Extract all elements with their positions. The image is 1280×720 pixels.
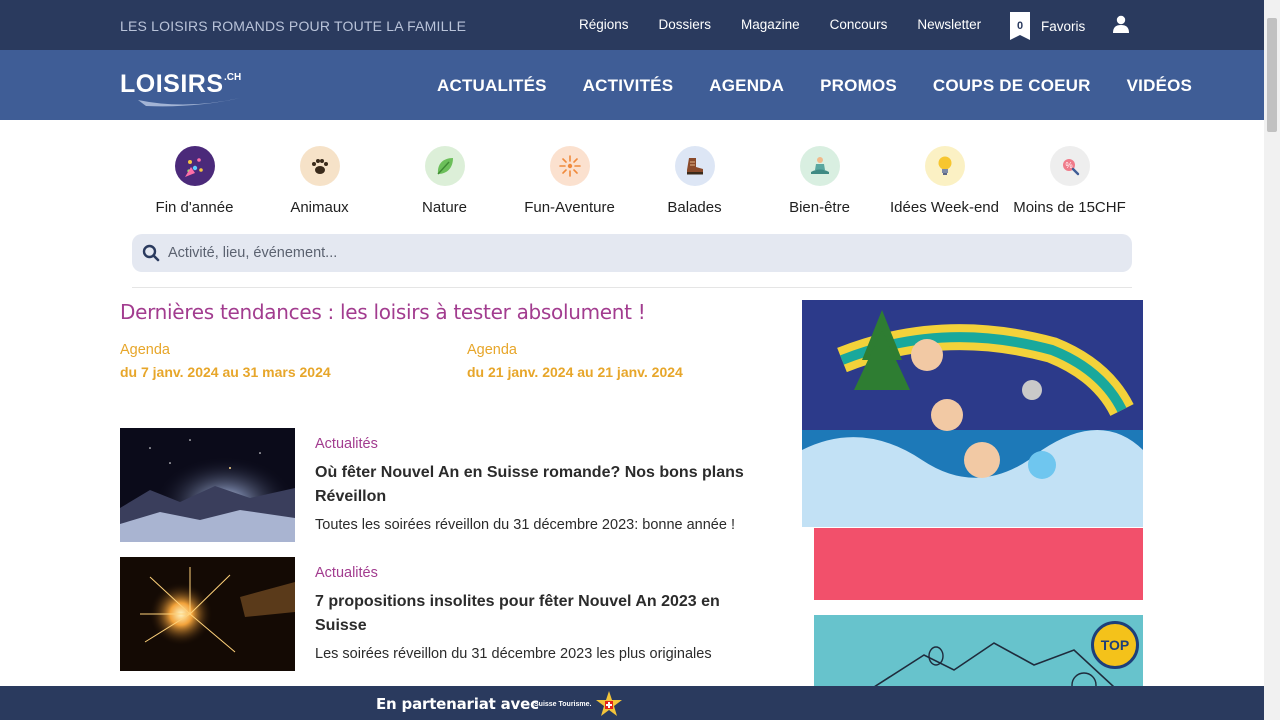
page-scrollbar[interactable]: [1264, 0, 1280, 720]
search-icon[interactable]: [142, 244, 160, 262]
category-nature[interactable]: Nature: [382, 146, 507, 216]
category-label: Nature: [421, 199, 468, 216]
link-regions[interactable]: Régions: [579, 17, 629, 32]
article-title[interactable]: 7 propositions insolites pour fêter Nouv…: [315, 590, 765, 638]
meditation-icon: [799, 146, 840, 186]
search-input[interactable]: [168, 245, 1068, 261]
article-description: Toutes les soirées réveillon du 31 décem…: [315, 517, 735, 533]
link-newsletter[interactable]: Newsletter: [917, 17, 981, 32]
agenda-item[interactable]: Agenda du 21 janv. 2024 au 21 janv. 2024: [467, 342, 683, 380]
logo-text: LOISIRS: [120, 70, 224, 98]
category-fin-annee[interactable]: Fin d'année: [132, 146, 257, 216]
category-label: Bien-être: [789, 199, 850, 216]
category-idees-week-end[interactable]: Idées Week-end: [882, 146, 1007, 216]
partner-logo[interactable]: Suisse Tourisme.: [534, 690, 623, 718]
article-title[interactable]: Où fêter Nouvel An en Suisse romande? No…: [315, 461, 765, 509]
agenda-category: Agenda: [120, 342, 170, 358]
link-dossiers[interactable]: Dossiers: [659, 17, 712, 32]
partner-bar: En partenariat avec Suisse Tourisme.: [0, 686, 1264, 720]
section-divider: [132, 287, 1132, 288]
agenda-dates: du 7 janv. 2024 au 31 mars 2024: [120, 364, 331, 380]
category-label: Animaux: [290, 199, 349, 216]
favorites-label: Favoris: [1041, 18, 1086, 34]
firework-icon: [549, 146, 590, 186]
advertisement-banner[interactable]: [802, 300, 1143, 527]
nav-coups-de-coeur[interactable]: COUPS DE COEUR: [933, 76, 1091, 96]
nav-activites[interactable]: ACTIVITÉS: [583, 76, 674, 96]
top-utility-bar: LES LOISIRS ROMANDS POUR TOUTE LA FAMILL…: [0, 0, 1264, 50]
logo-suffix: .CH: [224, 72, 242, 83]
category-label: Fin d'année: [155, 199, 234, 216]
scrollbar-thumb[interactable]: [1267, 18, 1277, 132]
party-icon: [174, 146, 215, 186]
article-thumbnail[interactable]: [120, 557, 295, 671]
agenda-dates: du 21 janv. 2024 au 21 janv. 2024: [467, 364, 683, 380]
category-bien-etre[interactable]: Bien-être: [757, 146, 882, 216]
favorites-button[interactable]: 0 Favoris: [1010, 12, 1085, 40]
category-label: Fun-Aventure: [524, 199, 615, 216]
category-label: Balades: [667, 199, 722, 216]
article-body: Actualités Où fêter Nouvel An en Suisse …: [315, 436, 765, 533]
nav-agenda[interactable]: AGENDA: [709, 76, 784, 96]
user-account-icon[interactable]: [1112, 15, 1130, 33]
boot-icon: [674, 146, 715, 186]
logo-swoosh-icon: [138, 98, 240, 107]
advertisement-pink[interactable]: [814, 528, 1143, 600]
nav-videos[interactable]: VIDÉOS: [1127, 76, 1192, 96]
article-thumbnail[interactable]: [120, 428, 295, 542]
nav-actualites[interactable]: ACTUALITÉS: [437, 76, 547, 96]
nav-promos[interactable]: PROMOS: [820, 76, 897, 96]
site-logo[interactable]: LOISIRS .CH: [120, 70, 242, 110]
link-concours[interactable]: Concours: [830, 17, 888, 32]
agenda-item[interactable]: Agenda du 7 janv. 2024 au 31 mars 2024: [120, 342, 331, 380]
primary-menu: ACTUALITÉS ACTIVITÉS AGENDA PROMOS COUPS…: [437, 76, 1228, 96]
category-balades[interactable]: Balades: [632, 146, 757, 216]
swiss-star-icon: [596, 691, 623, 716]
trends-heading: Dernières tendances : les loisirs à test…: [120, 300, 646, 324]
top-badge: TOP: [1091, 621, 1139, 669]
price-tag-icon: %: [1049, 146, 1090, 186]
lightbulb-icon: [924, 146, 965, 186]
main-navigation: LOISIRS .CH ACTUALITÉS ACTIVITÉS AGENDA …: [0, 50, 1264, 120]
category-animaux[interactable]: Animaux: [257, 146, 382, 216]
category-strip: Fin d'année Animaux Nature Fun-Aventure …: [132, 146, 1132, 216]
article-description: Les soirées réveillon du 31 décembre 202…: [315, 646, 712, 662]
agenda-category: Agenda: [467, 342, 517, 358]
paw-icon: [299, 146, 340, 186]
site-tagline: LES LOISIRS ROMANDS POUR TOUTE LA FAMILL…: [120, 18, 467, 34]
partner-label: En partenariat avec: [376, 695, 539, 713]
article-body: Actualités 7 propositions insolites pour…: [315, 565, 765, 662]
category-label: Moins de 15CHF: [1013, 199, 1126, 216]
advertisement-teal[interactable]: TOP: [814, 615, 1143, 687]
bookmark-icon: 0: [1010, 12, 1030, 40]
article-category[interactable]: Actualités: [315, 436, 765, 452]
partner-name: Suisse Tourisme.: [534, 700, 592, 708]
category-fun-aventure[interactable]: Fun-Aventure: [507, 146, 632, 216]
link-magazine[interactable]: Magazine: [741, 17, 800, 32]
article-card[interactable]: Actualités Où fêter Nouvel An en Suisse …: [120, 428, 760, 542]
leaf-icon: [424, 146, 465, 186]
category-label: Idées Week-end: [890, 199, 999, 216]
favorites-count: 0: [1016, 20, 1024, 32]
svg-text:%: %: [1065, 161, 1072, 170]
search-bar: [132, 234, 1132, 272]
article-card[interactable]: Actualités 7 propositions insolites pour…: [120, 557, 760, 671]
category-moins-15chf[interactable]: % Moins de 15CHF: [1007, 146, 1132, 216]
utility-links: Régions Dossiers Magazine Concours Newsl…: [579, 17, 1011, 32]
article-category[interactable]: Actualités: [315, 565, 765, 581]
